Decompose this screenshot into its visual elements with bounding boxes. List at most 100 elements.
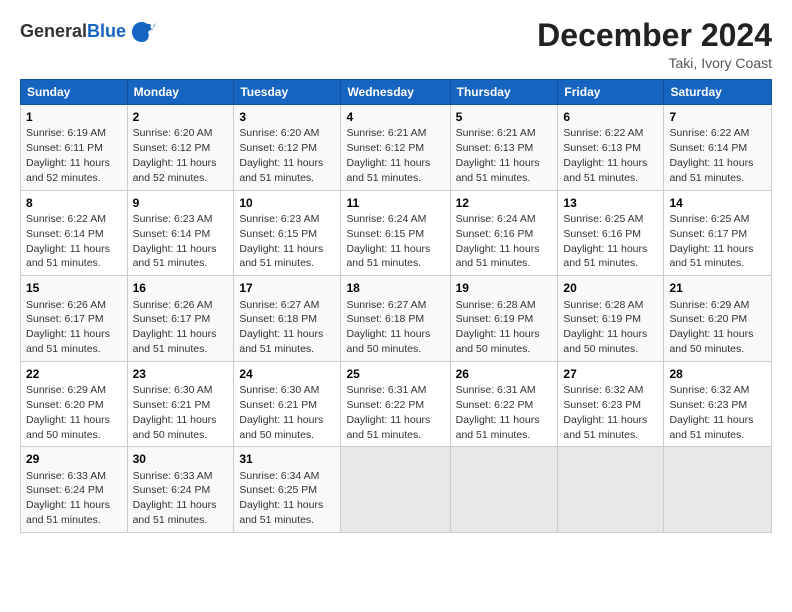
calendar-table: SundayMondayTuesdayWednesdayThursdayFrid… [20, 79, 772, 533]
calendar-cell: 31 Sunrise: 6:34 AMSunset: 6:25 PMDayligh… [234, 447, 341, 533]
day-info: Sunrise: 6:32 AMSunset: 6:23 PMDaylight:… [669, 384, 753, 441]
day-info: Sunrise: 6:23 AMSunset: 6:15 PMDaylight:… [239, 213, 323, 270]
day-number: 27 [563, 366, 658, 382]
calendar-cell: 17 Sunrise: 6:27 AMSunset: 6:18 PMDayligh… [234, 276, 341, 362]
day-number: 28 [669, 366, 766, 382]
calendar-cell: 24 Sunrise: 6:30 AMSunset: 6:21 PMDayligh… [234, 361, 341, 447]
day-number: 23 [133, 366, 229, 382]
calendar-cell: 23 Sunrise: 6:30 AMSunset: 6:21 PMDayligh… [127, 361, 234, 447]
calendar-cell: 19 Sunrise: 6:28 AMSunset: 6:19 PMDayligh… [450, 276, 558, 362]
day-number: 2 [133, 109, 229, 125]
page: GeneralBlue December 2024 Taki, Ivory Co… [0, 0, 792, 612]
day-number: 24 [239, 366, 335, 382]
day-number: 5 [456, 109, 553, 125]
day-number: 31 [239, 451, 335, 467]
logo-blue: Blue [87, 21, 126, 41]
day-number: 29 [26, 451, 122, 467]
calendar-cell: 4 Sunrise: 6:21 AMSunset: 6:12 PMDaylight… [341, 105, 450, 191]
day-number: 4 [346, 109, 444, 125]
calendar-cell: 7Sunrise: 6:22 AMSunset: 6:14 PMDaylight… [664, 105, 772, 191]
day-number: 1 [26, 109, 122, 125]
day-number: 22 [26, 366, 122, 382]
day-info: Sunrise: 6:26 AMSunset: 6:17 PMDaylight:… [133, 299, 217, 356]
calendar-cell: 13Sunrise: 6:25 AMSunset: 6:16 PMDayligh… [558, 190, 664, 276]
day-info: Sunrise: 6:19 AMSunset: 6:11 PMDaylight:… [26, 127, 110, 184]
calendar-cell: 14 Sunrise: 6:25 AMSunset: 6:17 PMDayligh… [664, 190, 772, 276]
calendar-cell: 21 Sunrise: 6:29 AMSunset: 6:20 PMDayligh… [664, 276, 772, 362]
day-number: 10 [239, 195, 335, 211]
day-info: Sunrise: 6:34 AMSunset: 6:25 PMDaylight:… [239, 470, 323, 527]
calendar-cell: 1 Sunrise: 6:19 AMSunset: 6:11 PMDaylight… [21, 105, 128, 191]
day-number: 14 [669, 195, 766, 211]
day-number: 25 [346, 366, 444, 382]
calendar-cell: 6 Sunrise: 6:22 AMSunset: 6:13 PMDaylight… [558, 105, 664, 191]
calendar-cell: 30 Sunrise: 6:33 AMSunset: 6:24 PMDayligh… [127, 447, 234, 533]
day-info: Sunrise: 6:29 AMSunset: 6:20 PMDaylight:… [669, 299, 753, 356]
day-number: 16 [133, 280, 229, 296]
calendar-cell: 28 Sunrise: 6:32 AMSunset: 6:23 PMDayligh… [664, 361, 772, 447]
calendar-cell: 2 Sunrise: 6:20 AMSunset: 6:12 PMDaylight… [127, 105, 234, 191]
logo-general: General [20, 21, 87, 41]
day-number: 17 [239, 280, 335, 296]
day-info: Sunrise: 6:31 AMSunset: 6:22 PMDaylight:… [456, 384, 540, 441]
day-number: 12 [456, 195, 553, 211]
calendar-cell: 26Sunrise: 6:31 AMSunset: 6:22 PMDayligh… [450, 361, 558, 447]
day-info: Sunrise: 6:33 AMSunset: 6:24 PMDaylight:… [26, 470, 110, 527]
calendar-cell: 5 Sunrise: 6:21 AMSunset: 6:13 PMDaylight… [450, 105, 558, 191]
day-number: 15 [26, 280, 122, 296]
calendar-cell: 12Sunrise: 6:24 AMSunset: 6:16 PMDayligh… [450, 190, 558, 276]
day-info: Sunrise: 6:27 AMSunset: 6:18 PMDaylight:… [239, 299, 323, 356]
calendar-cell [341, 447, 450, 533]
calendar-cell: 20Sunrise: 6:28 AMSunset: 6:19 PMDayligh… [558, 276, 664, 362]
day-of-week-wednesday: Wednesday [341, 80, 450, 105]
day-number: 30 [133, 451, 229, 467]
location: Taki, Ivory Coast [537, 55, 772, 71]
day-number: 3 [239, 109, 335, 125]
day-number: 21 [669, 280, 766, 296]
week-row-1: 1 Sunrise: 6:19 AMSunset: 6:11 PMDaylight… [21, 105, 772, 191]
calendar-cell: 9Sunrise: 6:23 AMSunset: 6:14 PMDaylight… [127, 190, 234, 276]
day-of-week-friday: Friday [558, 80, 664, 105]
header: GeneralBlue December 2024 Taki, Ivory Co… [20, 18, 772, 71]
day-of-week-sunday: Sunday [21, 80, 128, 105]
calendar-cell: 16 Sunrise: 6:26 AMSunset: 6:17 PMDayligh… [127, 276, 234, 362]
calendar-cell: 15Sunrise: 6:26 AMSunset: 6:17 PMDayligh… [21, 276, 128, 362]
day-info: Sunrise: 6:33 AMSunset: 6:24 PMDaylight:… [133, 470, 217, 527]
week-row-5: 29 Sunrise: 6:33 AMSunset: 6:24 PMDayligh… [21, 447, 772, 533]
calendar-cell [450, 447, 558, 533]
day-of-week-tuesday: Tuesday [234, 80, 341, 105]
day-info: Sunrise: 6:21 AMSunset: 6:13 PMDaylight:… [456, 127, 540, 184]
week-row-2: 8Sunrise: 6:22 AMSunset: 6:14 PMDaylight… [21, 190, 772, 276]
day-of-week-saturday: Saturday [664, 80, 772, 105]
day-number: 6 [563, 109, 658, 125]
logo-bird-icon [128, 18, 156, 46]
day-info: Sunrise: 6:25 AMSunset: 6:17 PMDaylight:… [669, 213, 753, 270]
day-info: Sunrise: 6:21 AMSunset: 6:12 PMDaylight:… [346, 127, 430, 184]
calendar-cell: 25 Sunrise: 6:31 AMSunset: 6:22 PMDayligh… [341, 361, 450, 447]
day-info: Sunrise: 6:30 AMSunset: 6:21 PMDaylight:… [133, 384, 217, 441]
calendar-cell: 3Sunrise: 6:20 AMSunset: 6:12 PMDaylight… [234, 105, 341, 191]
calendar-cell: 29 Sunrise: 6:33 AMSunset: 6:24 PMDayligh… [21, 447, 128, 533]
day-number: 8 [26, 195, 122, 211]
week-row-4: 22Sunrise: 6:29 AMSunset: 6:20 PMDayligh… [21, 361, 772, 447]
day-number: 7 [669, 109, 766, 125]
month-title: December 2024 [537, 18, 772, 53]
logo: GeneralBlue [20, 18, 156, 46]
day-info: Sunrise: 6:22 AMSunset: 6:13 PMDaylight:… [563, 127, 647, 184]
day-info: Sunrise: 6:28 AMSunset: 6:19 PMDaylight:… [456, 299, 540, 356]
day-number: 19 [456, 280, 553, 296]
day-of-week-thursday: Thursday [450, 80, 558, 105]
day-info: Sunrise: 6:31 AMSunset: 6:22 PMDaylight:… [346, 384, 430, 441]
calendar-cell: 22Sunrise: 6:29 AMSunset: 6:20 PMDayligh… [21, 361, 128, 447]
calendar-cell: 8Sunrise: 6:22 AMSunset: 6:14 PMDaylight… [21, 190, 128, 276]
day-info: Sunrise: 6:20 AMSunset: 6:12 PMDaylight:… [133, 127, 217, 184]
logo-text: GeneralBlue [20, 22, 126, 42]
day-info: Sunrise: 6:24 AMSunset: 6:15 PMDaylight:… [346, 213, 430, 270]
calendar-cell: 27Sunrise: 6:32 AMSunset: 6:23 PMDayligh… [558, 361, 664, 447]
day-info: Sunrise: 6:30 AMSunset: 6:21 PMDaylight:… [239, 384, 323, 441]
day-of-week-monday: Monday [127, 80, 234, 105]
day-info: Sunrise: 6:27 AMSunset: 6:18 PMDaylight:… [346, 299, 430, 356]
week-row-3: 15 Sunrise: 6:26 AMSunset: 6:17 PMDayligh… [21, 276, 772, 362]
calendar-header-row: SundayMondayTuesdayWednesdayThursdayFrid… [21, 80, 772, 105]
day-number: 18 [346, 280, 444, 296]
